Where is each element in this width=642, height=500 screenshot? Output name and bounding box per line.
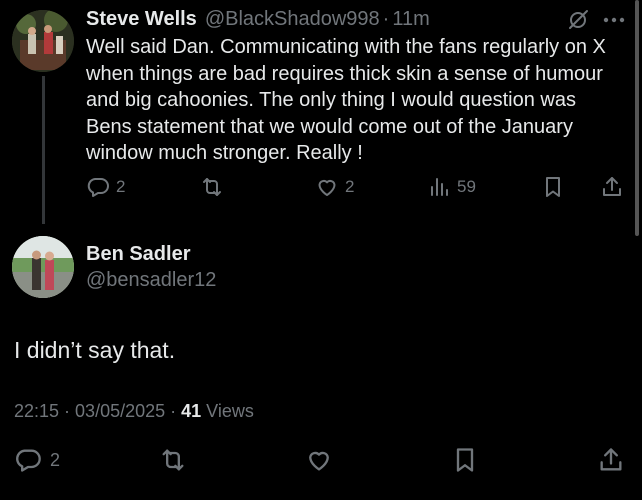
grok-icon[interactable]: [566, 8, 590, 32]
reply-icon: [87, 178, 109, 197]
avatar[interactable]: [12, 236, 74, 298]
like-button[interactable]: 2: [315, 173, 354, 201]
display-name[interactable]: Ben Sadler: [86, 242, 190, 266]
separator: ·: [170, 400, 177, 421]
share-icon: [603, 177, 621, 196]
views-count[interactable]: 41: [181, 401, 201, 422]
like-count: 2: [345, 177, 355, 196]
avatar[interactable]: [12, 10, 74, 72]
share-button[interactable]: [600, 173, 624, 201]
tweet-thread-page: Steve Wells @BlackShadow998 · 11m Well s…: [0, 0, 642, 500]
repost-button[interactable]: [200, 173, 224, 201]
repost-icon: [203, 178, 221, 196]
reply-button[interactable]: 2: [14, 444, 60, 476]
reply-tweet[interactable]: Steve Wells @BlackShadow998 · 11m Well s…: [0, 0, 642, 225]
reply-button[interactable]: 2: [86, 173, 125, 201]
thread-line: [42, 76, 45, 224]
share-button[interactable]: [597, 444, 625, 476]
tweet-date[interactable]: 03/05/2025: [75, 401, 165, 422]
user-handle[interactable]: @bensadler12: [86, 268, 216, 292]
reply-count: 2: [116, 177, 126, 196]
bookmark-icon: [456, 448, 474, 472]
repost-icon: [162, 449, 184, 471]
display-name[interactable]: Steve Wells: [86, 7, 197, 31]
bookmark-icon: [546, 177, 560, 197]
reply-header: Steve Wells @BlackShadow998 · 11m: [86, 7, 430, 31]
tweet-meta: 22:15 · 03/05/2025 · 41 Views: [14, 399, 254, 423]
scrollbar-thumb[interactable]: [635, 0, 639, 236]
tweet-time[interactable]: 22:15: [14, 401, 59, 422]
like-icon: [318, 179, 336, 196]
views-icon: [431, 178, 448, 196]
timestamp[interactable]: 11m: [392, 7, 429, 31]
share-icon: [600, 448, 622, 471]
tweet-action-bar: 2: [0, 444, 642, 476]
views-button[interactable]: 59: [427, 173, 476, 201]
more-icon[interactable]: [601, 8, 627, 32]
reply-text: Well said Dan. Communicating with the fa…: [86, 36, 606, 164]
reply-count: 2: [50, 449, 61, 470]
scrollbar[interactable]: [634, 0, 640, 236]
user-handle[interactable]: @BlackShadow998: [205, 7, 380, 31]
bookmark-button[interactable]: [541, 173, 565, 201]
like-button[interactable]: [305, 444, 333, 476]
like-icon: [309, 451, 329, 471]
separator: ·: [382, 8, 390, 30]
separator: ·: [64, 400, 71, 421]
bookmark-button[interactable]: [451, 444, 479, 476]
views-label[interactable]: Views: [206, 401, 254, 422]
tweet-text: I didn’t say that.: [14, 337, 176, 363]
repost-button[interactable]: [159, 444, 187, 476]
reply-icon: [16, 449, 41, 472]
views-count: 59: [457, 177, 476, 196]
reply-action-bar: 2 2 59: [86, 173, 632, 201]
